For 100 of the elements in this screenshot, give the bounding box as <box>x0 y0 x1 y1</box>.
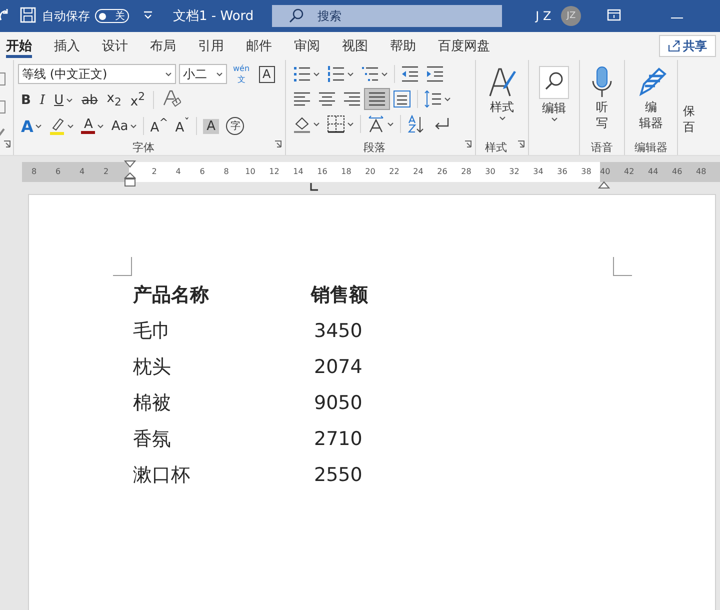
document-title: 文档1 - Word <box>173 8 254 25</box>
column-header: 销售额 <box>311 283 369 307</box>
ribbon-tab[interactable]: 百度网盘 <box>427 32 501 60</box>
caret-icon <box>347 122 354 126</box>
dialog-launcher-icon <box>464 140 472 148</box>
caret-icon <box>67 124 74 128</box>
clear-formatting-icon <box>162 89 181 107</box>
ribbon-tab[interactable]: 视图 <box>331 32 379 60</box>
sort-icon <box>407 115 425 133</box>
bold-button[interactable]: B <box>18 90 34 110</box>
margin-corner-mark <box>113 257 132 276</box>
tab-stop-icon <box>310 183 318 191</box>
table-cell-text: 毛巾 <box>133 319 172 343</box>
paint-bucket-icon <box>293 115 311 133</box>
indent-marker-icon <box>124 160 136 188</box>
ribbon-tab[interactable]: 邮件 <box>235 32 283 60</box>
table-cell-text: 3450 <box>313 319 364 343</box>
multilevel-list-icon <box>361 65 379 83</box>
table-cell-text: 漱口杯 <box>133 463 191 487</box>
share-button[interactable]: 共享 <box>659 35 716 57</box>
strikethrough-button[interactable]: ab <box>78 90 101 110</box>
caret-icon <box>387 122 394 126</box>
caret-icon <box>97 124 104 128</box>
group-label: 字体 <box>132 140 156 155</box>
justify-icon <box>368 90 386 108</box>
underline-button[interactable]: U <box>51 90 76 110</box>
share-icon <box>668 40 680 52</box>
margin-corner-mark <box>613 257 632 276</box>
shrink-font-button[interactable]: A$^{ˇ}$ <box>172 116 193 136</box>
caret-icon <box>165 72 172 76</box>
font-name-dropdown[interactable]: 等线 (中文正文) <box>18 64 176 84</box>
italic-button[interactable]: I <box>36 90 48 110</box>
caret-icon <box>444 96 451 102</box>
caret-icon <box>216 72 223 76</box>
table-cell-text: 棉被 <box>133 391 172 415</box>
table-cell-text: 9050 <box>313 391 364 415</box>
caret-icon <box>550 117 558 122</box>
customize-toolbar-icon <box>143 10 153 20</box>
borders-icon <box>327 115 345 133</box>
script-button[interactable]: x$^{2}$ <box>127 90 148 110</box>
table-cell-text: 2550 <box>313 463 364 487</box>
asian-layout-icon <box>367 115 385 133</box>
autosave-toggle[interactable]: 关 <box>95 9 129 23</box>
font-size-dropdown[interactable]: 小二 <box>179 64 227 84</box>
distribute-icon <box>393 90 411 108</box>
grow-font-button[interactable]: A$^{^}$ <box>147 116 172 136</box>
font-color-button[interactable]: A <box>78 116 108 136</box>
align-center-icon <box>318 90 336 108</box>
dialog-launcher-icon <box>3 140 11 148</box>
align-right-icon <box>343 90 361 108</box>
table-cell-text: 2074 <box>313 355 364 379</box>
align-left-icon <box>293 90 311 108</box>
phonetic-guide-button[interactable]: wén 文 <box>230 64 253 84</box>
user-name: J Z <box>536 9 552 23</box>
line-spacing-icon <box>424 90 442 108</box>
voice-button[interactable]: 听 写 <box>584 64 620 132</box>
caret-icon <box>313 72 320 76</box>
cut-button[interactable]: 保 百 <box>678 64 700 136</box>
table-cell-text: 枕头 <box>133 355 172 379</box>
dialog-launcher-icon <box>274 140 282 148</box>
search-icon <box>288 8 304 24</box>
highlighter-icon <box>49 117 66 135</box>
styles-button[interactable]: 样式 <box>480 64 524 123</box>
table-cell-text: 2710 <box>313 427 364 451</box>
caret-icon <box>130 124 138 128</box>
paragraph-button[interactable] <box>365 89 389 109</box>
script-button[interactable]: x$_{2}$ <box>104 90 124 110</box>
ribbon-tab[interactable]: 插入 <box>43 32 91 60</box>
group-label: 语音 <box>590 140 614 155</box>
ribbon-tab[interactable]: 设计 <box>91 32 139 60</box>
ribbon-tab[interactable]: 帮助 <box>379 32 427 60</box>
editor-button[interactable]: 编 辑器 <box>629 64 673 132</box>
caret-icon <box>381 72 388 76</box>
microphone-icon <box>590 66 614 98</box>
caret-icon <box>498 116 506 121</box>
caret-icon <box>35 124 42 128</box>
ribbon-tab[interactable]: 布局 <box>139 32 187 60</box>
search-field[interactable]: 搜索 <box>272 5 502 27</box>
bullet-list-icon <box>293 65 311 83</box>
change-case-button[interactable]: Aa <box>108 116 140 136</box>
ribbon-tab[interactable]: 引用 <box>187 32 235 60</box>
decrease-indent-icon <box>401 65 419 83</box>
numbered-list-icon <box>327 65 345 83</box>
caret-icon <box>347 72 354 76</box>
column-header: 产品名称 <box>133 283 210 307</box>
redo-icon[interactable] <box>0 8 8 20</box>
ribbon-tab[interactable]: 开始 <box>4 32 43 60</box>
caret-icon <box>313 122 320 126</box>
group-label: 编辑器 <box>634 140 668 155</box>
table-cell-text: 香氛 <box>133 427 172 451</box>
ribbon-tab[interactable]: 审阅 <box>283 32 331 60</box>
group-label: 段落 <box>362 140 386 155</box>
editing-button[interactable]: 编辑 <box>533 64 575 124</box>
dialog-launcher-icon <box>517 140 525 148</box>
increase-indent-icon <box>426 65 444 83</box>
caret-icon <box>66 98 73 102</box>
group-label: 样式 <box>484 140 508 155</box>
search-icon <box>544 71 564 91</box>
minimize-icon <box>671 16 684 20</box>
text-effects-button[interactable]: A <box>18 116 46 136</box>
